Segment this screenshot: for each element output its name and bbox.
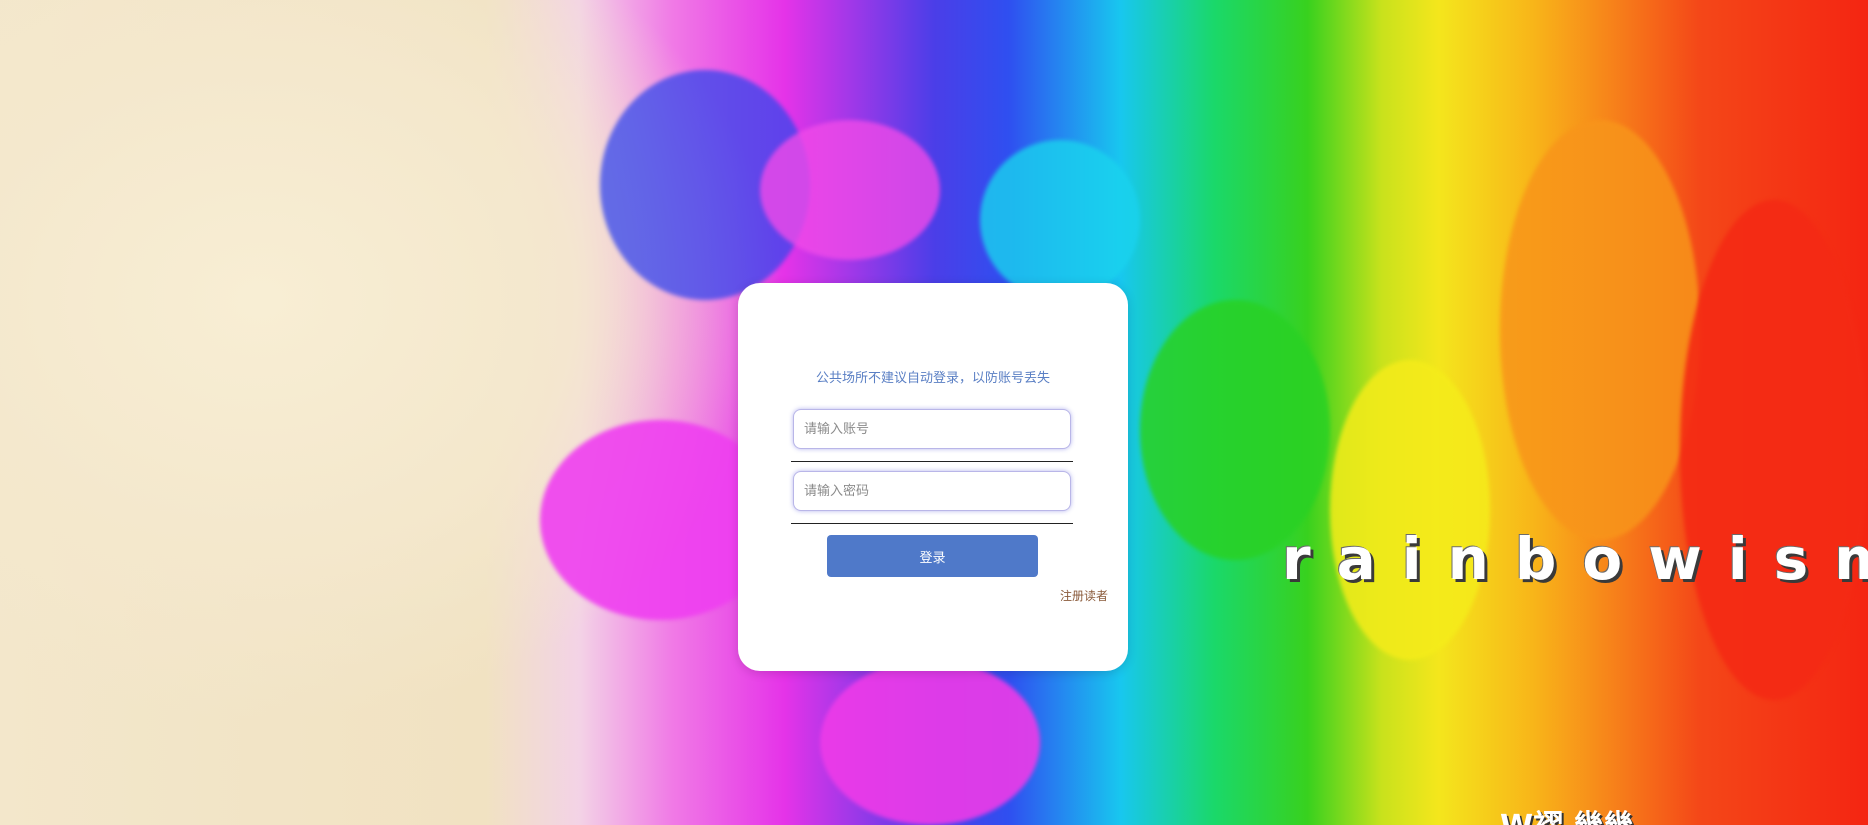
paint-splatter [760,120,940,260]
paint-splatter [1140,300,1330,560]
security-notice: 公共场所不建议自动登录，以防账号丢失 [815,371,1050,386]
password-input[interactable] [794,472,1070,510]
paint-splatter [980,140,1140,300]
brand-logo-text: rainbowism [1282,525,1868,593]
bottom-decorative-text: W褶 幾幾 [1500,812,1634,825]
account-input[interactable] [794,410,1070,448]
login-button[interactable]: 登录 [827,535,1038,577]
password-field[interactable] [793,471,1071,511]
login-card: 公共场所不建议自动登录，以防账号丢失 登录 注册读者 [738,283,1128,671]
password-underline [791,523,1073,524]
paint-splatter [1330,360,1490,660]
account-underline [791,461,1073,462]
paint-splatter [820,660,1040,825]
account-field[interactable] [793,409,1071,449]
paint-splatter [1680,200,1868,700]
paint-splatter [1500,120,1700,540]
login-page: 公共场所不建议自动登录，以防账号丢失 登录 注册读者 rainbowism W褶… [0,0,1868,825]
register-reader-link[interactable]: 注册读者 [1060,587,1108,604]
